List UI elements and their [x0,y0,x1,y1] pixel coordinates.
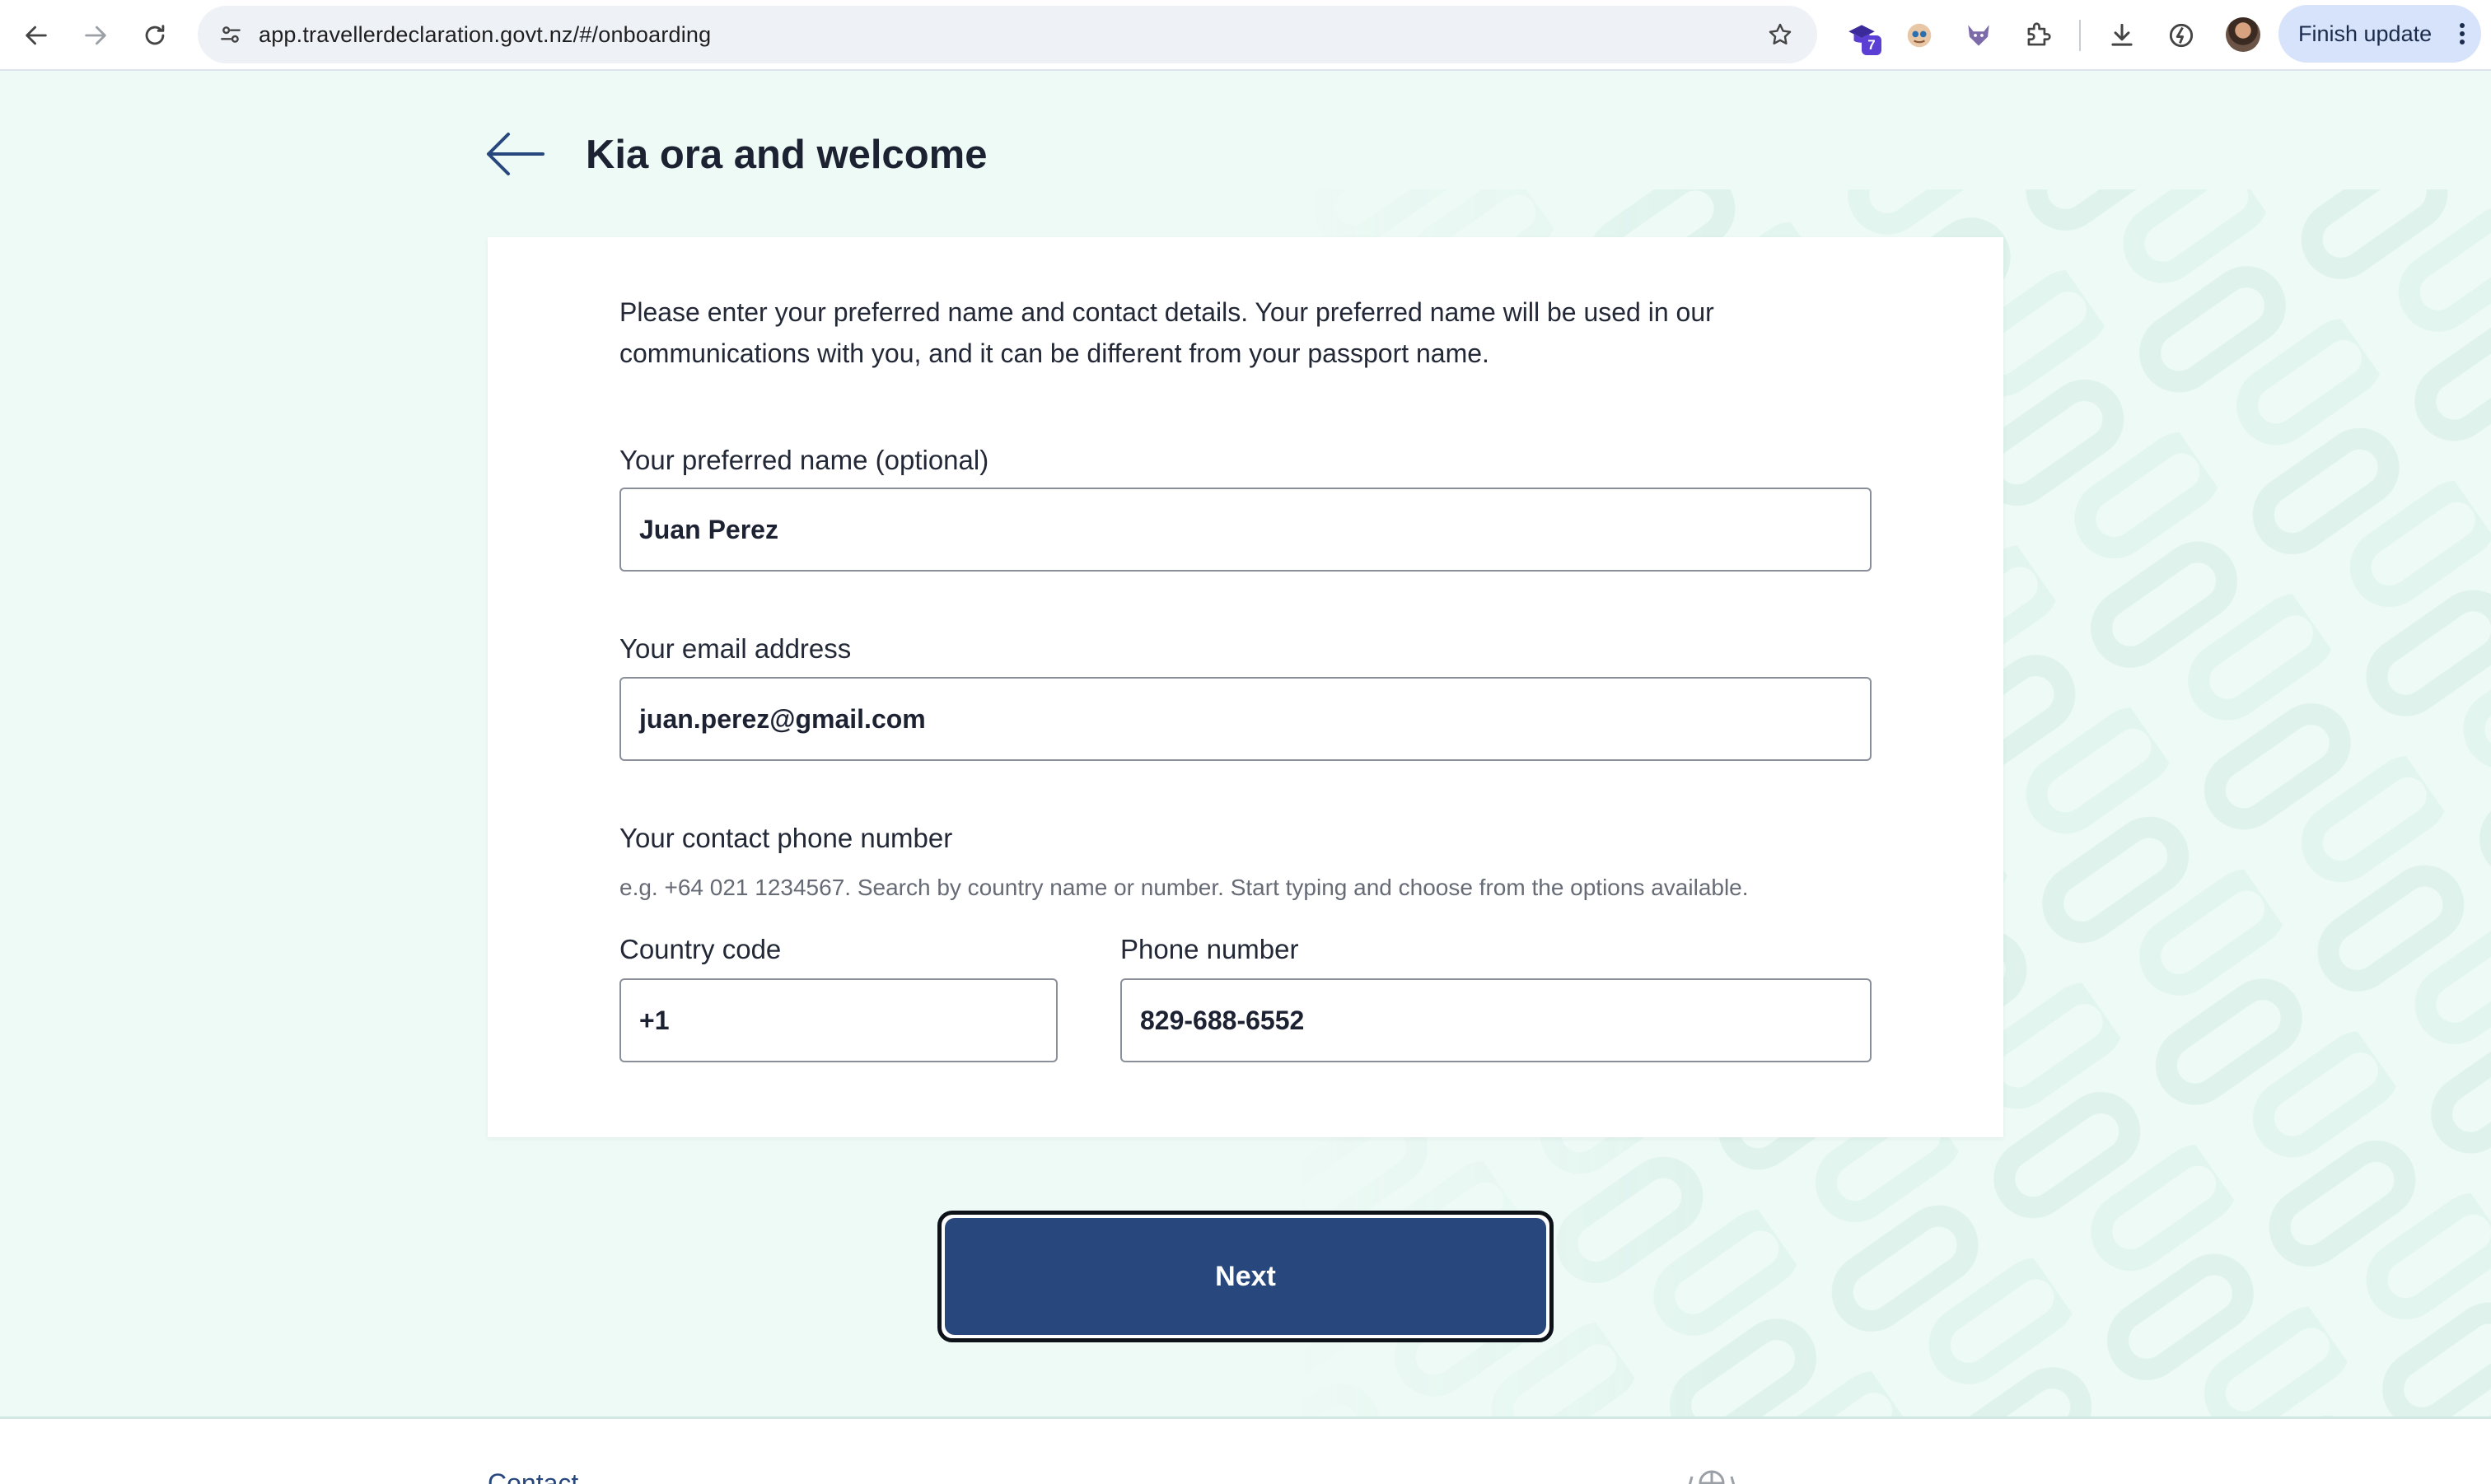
arrow-left-icon [26,26,47,45]
reload-button[interactable] [132,12,178,58]
toolbar-divider [2079,20,2081,51]
page-title: Kia ora and welcome [586,133,988,177]
extension-fox-icon[interactable] [1957,14,2000,57]
extension-badge: 7 [1862,35,1881,55]
phone-number-input[interactable]: 829-688-6552 [1120,978,1872,1062]
country-code-label: Country code [619,934,782,964]
arrow-left-icon [487,133,544,175]
site-settings-icon[interactable] [214,18,247,51]
arrow-right-icon [85,26,106,45]
country-code-input[interactable]: +1 [619,978,1058,1062]
reload-icon [145,25,165,45]
coat-of-arms-icon [1688,1470,1736,1484]
phone-section-label: Your contact phone number [619,823,953,853]
email-input[interactable]: juan.perez@gmail.com [619,677,1872,761]
preferred-name-input[interactable]: Juan Perez [619,488,1872,572]
preferred-name-label: Your preferred name (optional) [619,445,989,475]
page-footer: Contact [0,1416,2491,1484]
next-button[interactable]: Next [937,1211,1554,1342]
country-code-value: +1 [639,1005,670,1035]
footer-contact-link[interactable]: Contact [488,1468,578,1484]
finish-update-button[interactable]: Finish update [2278,5,2481,63]
intro-text: Please enter your preferred name and con… [619,297,1714,368]
profile-avatar[interactable] [2226,17,2260,52]
email-label: Your email address [619,633,852,664]
bookmark-star-icon[interactable] [1763,17,1797,52]
address-bar[interactable]: app.travellerdeclaration.govt.nz/#/onboa… [198,6,1817,63]
extension-graduation-cap-icon[interactable]: 7 [1840,14,1883,57]
phone-number-value: 829-688-6552 [1140,1005,1305,1035]
performance-icon[interactable] [2160,14,2203,57]
email-value: juan.perez@gmail.com [639,703,926,734]
more-vertical-icon [2460,23,2465,44]
finish-update-label: Finish update [2298,21,2433,46]
forward-button[interactable] [72,12,119,58]
back-button[interactable] [13,12,59,58]
extensions-puzzle-icon[interactable] [2017,14,2059,57]
page-back-button[interactable] [479,124,550,184]
browser-toolbar: app.travellerdeclaration.govt.nz/#/onboa… [0,0,2491,71]
preferred-name-value: Juan Perez [639,514,778,544]
extension-face-icon[interactable] [1898,14,1941,57]
phone-hint-text: e.g. +64 021 1234567. Search by country … [619,875,1749,900]
next-button-label: Next [945,1218,1546,1335]
url-text[interactable]: app.travellerdeclaration.govt.nz/#/onboa… [259,6,711,63]
phone-number-label: Phone number [1120,934,1299,964]
download-icon[interactable] [2101,14,2143,57]
